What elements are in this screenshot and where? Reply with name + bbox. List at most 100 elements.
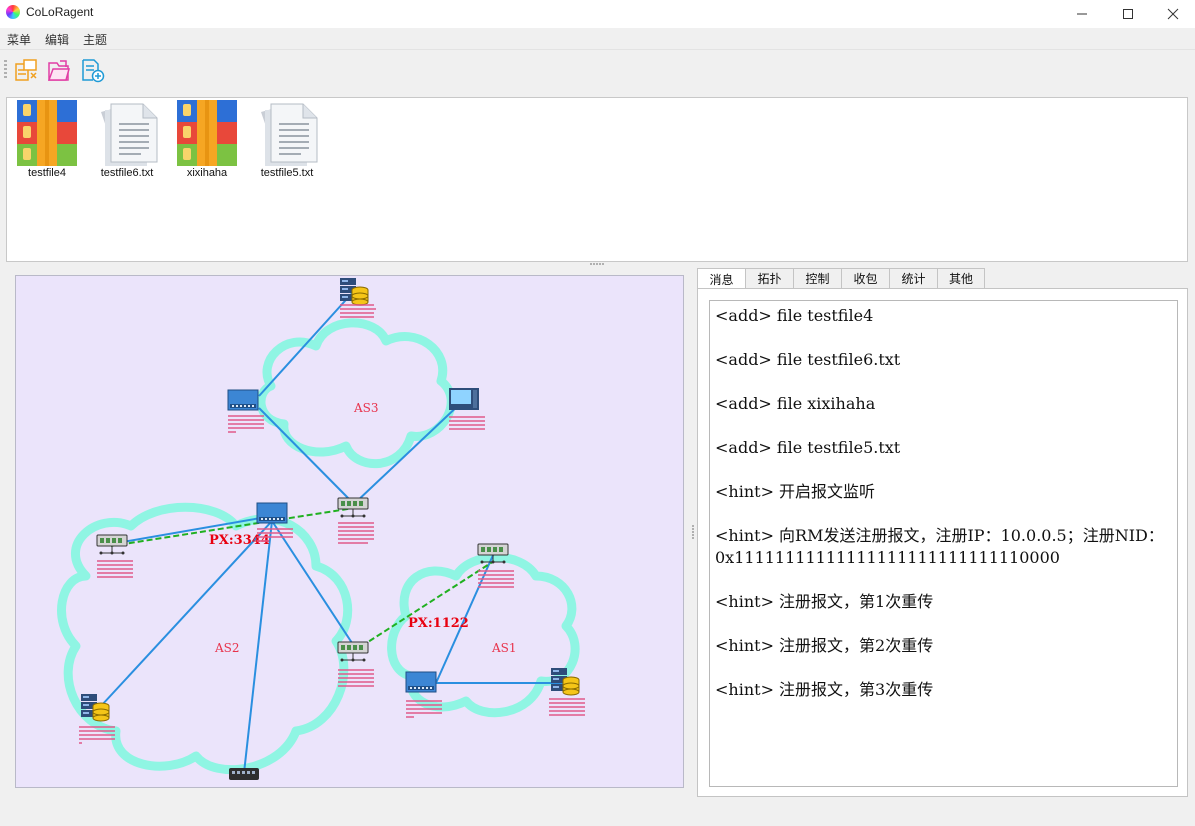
as3-cloud [256, 318, 456, 469]
file-item[interactable]: xixihaha [167, 100, 247, 190]
node-caption [406, 700, 442, 702]
node-caption [340, 304, 374, 306]
node-caption [338, 526, 374, 528]
tab-topology[interactable]: 拓扑 [745, 268, 794, 289]
log-line: <hint> 向RM发送注册报文，注册IP：10.0.0.5；注册NID：0x1… [715, 526, 1164, 567]
log-line: <hint> 开启报文监听 [715, 482, 876, 501]
new-file-icon [82, 59, 105, 83]
link [100, 520, 273, 707]
log-line: <add> file testfile4 [715, 306, 874, 325]
node-caption [79, 734, 115, 736]
router-node-icon [256, 502, 288, 524]
message-log[interactable]: <add> file testfile4 <add> file testfile… [709, 300, 1178, 787]
node-caption [449, 416, 485, 418]
open-file-icon [47, 60, 70, 81]
file-name: testfile5.txt [260, 167, 314, 179]
archive-icon [177, 100, 237, 166]
new-file-button[interactable] [78, 56, 106, 84]
node-caption [549, 698, 585, 700]
open-file-button[interactable] [45, 56, 73, 84]
node-caption [478, 582, 514, 584]
tab-received-packets[interactable]: 收包 [841, 268, 890, 289]
tab-control[interactable]: 控制 [793, 268, 842, 289]
node-caption [549, 706, 585, 708]
node-caption [257, 532, 293, 534]
switch-node-icon [229, 768, 259, 780]
file-item[interactable]: testfile4 [7, 100, 87, 190]
text-document-icon [261, 103, 318, 166]
node-caption [228, 431, 236, 433]
node-caption [257, 536, 293, 538]
file-name: testfile4 [28, 167, 66, 179]
log-line: <hint> 注册报文，第1次重传 [715, 592, 934, 611]
node-caption [478, 586, 514, 588]
node-caption [97, 560, 133, 562]
node-caption [478, 578, 514, 580]
node-caption [406, 708, 442, 710]
minimize-button[interactable] [1059, 0, 1105, 28]
node-caption [228, 427, 264, 429]
toolbar [0, 49, 1195, 89]
node-caption [449, 424, 485, 426]
minimize-icon [1077, 13, 1087, 15]
topology-canvas[interactable]: AS3 AS2 AS1 PX:3344 PX:1122 [15, 275, 684, 788]
menu-item-menu[interactable]: 菜单 [7, 31, 31, 48]
vertical-splitter[interactable] [692, 525, 694, 539]
server-node-icon [339, 277, 369, 306]
node-caption [338, 538, 374, 540]
router-node-icon [227, 389, 259, 411]
tab-messages[interactable]: 消息 [697, 268, 746, 290]
node-caption [340, 316, 374, 318]
node-caption [338, 685, 374, 687]
node-caption [257, 528, 293, 530]
node-caption [79, 738, 115, 740]
toolbar-grip [4, 60, 7, 80]
menu-item-theme[interactable]: 主题 [83, 31, 107, 48]
node-caption [257, 540, 269, 542]
file-name: testfile6.txt [100, 167, 154, 179]
file-item[interactable]: testfile6.txt [87, 100, 167, 190]
node-caption [549, 710, 585, 712]
link [258, 407, 355, 505]
domain-label-as3: AS3 [353, 401, 379, 415]
add-file-button[interactable] [12, 56, 40, 84]
switch-node-icon [96, 534, 128, 555]
text-document-icon [101, 103, 158, 166]
close-button[interactable] [1150, 0, 1195, 28]
node-caption [338, 534, 374, 536]
router-node-icon [405, 671, 437, 693]
node-caption [340, 312, 374, 314]
archive-icon [17, 100, 77, 166]
node-caption [79, 726, 115, 728]
server-node-icon [550, 667, 580, 696]
file-item[interactable]: testfile5.txt [247, 100, 327, 190]
node-caption [228, 419, 264, 421]
menu-item-edit[interactable]: 编辑 [45, 31, 69, 48]
messages-pane: <add> file testfile4 <add> file testfile… [697, 288, 1188, 797]
menu-bar: 菜单 编辑 主题 [0, 28, 1195, 49]
node-caption [338, 677, 374, 679]
node-caption [228, 423, 264, 425]
node-caption [449, 420, 485, 422]
node-caption [97, 568, 133, 570]
close-icon [1167, 8, 1179, 20]
node-caption [338, 669, 374, 671]
tab-statistics[interactable]: 统计 [889, 268, 938, 289]
node-caption [338, 673, 374, 675]
node-caption [549, 702, 585, 704]
topology-graph: AS3 AS2 AS1 PX:3344 PX:1122 [57, 277, 585, 780]
node-caption [338, 522, 374, 524]
node-caption [97, 572, 133, 574]
file-name: xixihaha [186, 167, 228, 179]
node-caption [478, 570, 514, 572]
horizontal-splitter[interactable] [590, 263, 604, 265]
log-line: <hint> 注册报文，第3次重传 [715, 680, 934, 699]
node-caption [406, 712, 442, 714]
node-caption [406, 704, 442, 706]
host-node-icon [449, 388, 479, 410]
maximize-button[interactable] [1105, 0, 1151, 28]
node-caption [338, 542, 368, 544]
node-caption [97, 576, 133, 578]
tab-other[interactable]: 其他 [937, 268, 985, 289]
node-caption [79, 742, 82, 744]
